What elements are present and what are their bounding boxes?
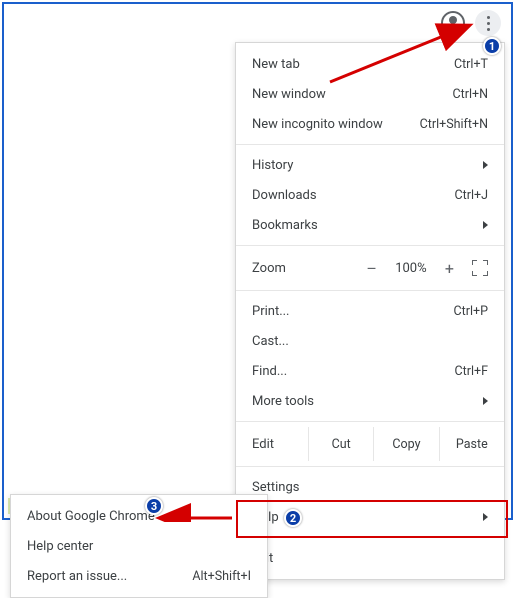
menu-item-history[interactable]: History	[236, 150, 504, 180]
chevron-right-icon	[483, 397, 488, 405]
menu-item-settings[interactable]: Settings	[236, 472, 504, 502]
edit-paste-button[interactable]: Paste	[439, 427, 504, 461]
menu-label: More tools	[252, 394, 475, 409]
zoom-value: 100%	[391, 261, 431, 276]
menu-separator	[236, 245, 504, 246]
menu-item-more-tools[interactable]: More tools	[236, 386, 504, 416]
profile-icon[interactable]	[441, 11, 465, 35]
zoom-in-button[interactable]: +	[445, 259, 454, 278]
help-submenu: About Google Chrome Help center Report a…	[10, 494, 268, 598]
chevron-right-icon	[483, 161, 488, 169]
annotation-badge-3: 3	[145, 497, 163, 515]
annotation-badge-1: 1	[483, 37, 501, 55]
menu-shortcut: Ctrl+P	[454, 304, 488, 319]
fullscreen-icon[interactable]	[472, 260, 488, 276]
menu-item-exit[interactable]: Exit	[236, 543, 504, 573]
menu-separator	[236, 537, 504, 538]
menu-item-incognito[interactable]: New incognito window Ctrl+Shift+N	[236, 109, 504, 139]
edit-copy-button[interactable]: Copy	[373, 427, 438, 461]
menu-label: Exit	[252, 551, 488, 566]
submenu-item-help-center[interactable]: Help center	[11, 531, 267, 561]
menu-item-print[interactable]: Print... Ctrl+P	[236, 296, 504, 326]
menu-label: Cast...	[252, 334, 488, 349]
chevron-right-icon	[483, 221, 488, 229]
menu-separator	[236, 144, 504, 145]
menu-label: New tab	[252, 57, 454, 72]
annotation-badge-2: 2	[284, 509, 302, 527]
menu-item-bookmarks[interactable]: Bookmarks	[236, 210, 504, 240]
menu-label: Bookmarks	[252, 218, 475, 233]
menu-item-edit-row: Edit Cut Copy Paste	[236, 427, 504, 461]
menu-shortcut: Ctrl+N	[452, 87, 488, 102]
edit-label: Edit	[236, 427, 308, 461]
menu-label: Downloads	[252, 188, 455, 203]
menu-label: About Google Chrome	[27, 509, 251, 524]
edit-cut-button[interactable]: Cut	[308, 427, 373, 461]
menu-shortcut: Ctrl+J	[455, 188, 489, 203]
chrome-menu-button[interactable]	[475, 10, 501, 36]
menu-item-new-tab[interactable]: New tab Ctrl+T	[236, 49, 504, 79]
menu-label: New window	[252, 87, 452, 102]
menu-label: History	[252, 158, 475, 173]
menu-label: Print...	[252, 304, 454, 319]
zoom-out-button[interactable]: –	[366, 259, 377, 278]
menu-label: Report an issue...	[27, 569, 192, 584]
menu-item-help[interactable]: Help	[236, 502, 504, 532]
menu-separator	[236, 421, 504, 422]
menu-item-new-window[interactable]: New window Ctrl+N	[236, 79, 504, 109]
menu-item-downloads[interactable]: Downloads Ctrl+J	[236, 180, 504, 210]
menu-label: Find...	[252, 364, 454, 379]
zoom-label: Zoom	[252, 261, 358, 276]
chrome-main-menu: New tab Ctrl+T New window Ctrl+N New inc…	[235, 42, 505, 580]
menu-item-find[interactable]: Find... Ctrl+F	[236, 356, 504, 386]
menu-item-zoom: Zoom – 100% +	[236, 251, 504, 285]
menu-item-cast[interactable]: Cast...	[236, 326, 504, 356]
submenu-item-about-chrome[interactable]: About Google Chrome	[11, 501, 267, 531]
menu-label: New incognito window	[252, 117, 420, 132]
menu-shortcut: Ctrl+Shift+N	[420, 117, 488, 132]
window-frame: New tab Ctrl+T New window Ctrl+N New inc…	[2, 2, 513, 520]
menu-separator	[236, 466, 504, 467]
chevron-right-icon	[483, 513, 488, 521]
browser-toolbar	[441, 10, 501, 36]
menu-shortcut: Ctrl+T	[454, 57, 488, 72]
submenu-item-report-issue[interactable]: Report an issue... Alt+Shift+I	[11, 561, 267, 591]
menu-shortcut: Alt+Shift+I	[192, 569, 251, 584]
menu-shortcut: Ctrl+F	[454, 364, 488, 379]
menu-separator	[236, 290, 504, 291]
menu-label: Settings	[252, 480, 488, 495]
menu-label: Help center	[27, 539, 251, 554]
